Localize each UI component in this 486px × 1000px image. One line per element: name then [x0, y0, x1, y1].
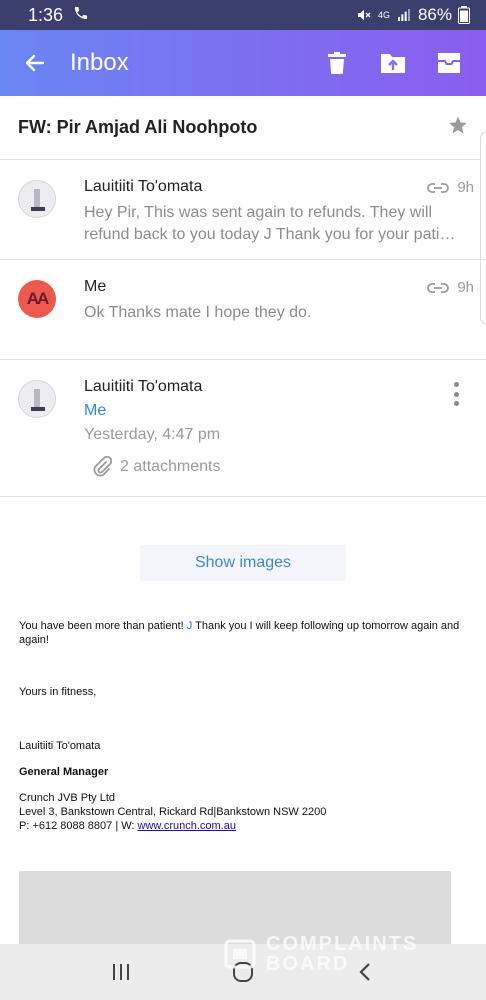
recents-icon	[113, 964, 129, 980]
preview-line: Hey Pir, This was sent again to refunds.…	[84, 204, 433, 221]
kebab-dot	[453, 391, 459, 397]
battery-percent: 86%	[417, 5, 452, 24]
network-type-icon: 4G	[377, 10, 390, 20]
message-preview: Hey Pir, This was sent again to refunds.…	[84, 202, 474, 246]
move-button[interactable]	[376, 46, 410, 80]
avatar	[18, 180, 56, 218]
phone-icon	[73, 5, 89, 26]
thread-subject: FW: Pir Amjad Ali Noohpoto	[18, 117, 258, 137]
archive-button[interactable]	[432, 46, 466, 80]
message-meta: 9h	[427, 279, 474, 296]
watermark-text: COMPLAINTS BOARD	[266, 934, 418, 974]
watermark-logo-icon	[224, 939, 256, 969]
back-arrow-icon	[25, 54, 45, 72]
watermark: COMPLAINTS BOARD	[224, 934, 418, 974]
message-sender: Lauitiiti To'omata	[84, 378, 203, 395]
attachment-link-icon	[427, 282, 450, 293]
company-address: Level 3, Bankstown Central, Rickard Rd|B…	[19, 806, 327, 818]
message-item[interactable]: Lauitiiti To'omata 9h Hey Pir, This was …	[0, 160, 486, 260]
avatar: AA	[18, 280, 56, 318]
status-time: 1:36	[28, 4, 64, 25]
company-contact: P: +612 8088 8807 | W: www.crunch.com.au	[19, 819, 469, 833]
mute-icon	[356, 7, 372, 23]
attachment-link-icon	[427, 182, 450, 193]
show-images-button[interactable]: Show images	[140, 545, 346, 581]
delete-button[interactable]	[320, 46, 354, 80]
move-folder-icon	[381, 54, 405, 73]
message-sender: Me	[84, 278, 107, 295]
company-name: Crunch JVB Pty Ltd	[19, 792, 115, 804]
attachments-link[interactable]: 2 attachments	[92, 456, 221, 478]
body-paragraph: You have been more than patient! J Thank…	[19, 619, 469, 647]
preview-line: refund back to you today J Thank you for…	[84, 226, 456, 243]
status-right: 4G 86%	[356, 5, 470, 25]
preview-line: Ok Thanks mate I hope they do.	[84, 304, 312, 321]
battery-icon	[458, 6, 470, 24]
body-paragraph: Yours in fitness,	[19, 686, 97, 698]
subject-row: FW: Pir Amjad Ali Noohpoto	[0, 96, 486, 160]
signature-title: General Manager	[19, 766, 109, 778]
recipient-link[interactable]: Me	[84, 402, 106, 420]
message-item-expanded[interactable]: Lauitiiti To'omata Me Yesterday, 4:47 pm…	[0, 360, 486, 497]
company-phone: P: +612 8088 8807 | W:	[19, 820, 138, 832]
message-sender: Lauitiiti To'omata	[84, 178, 203, 195]
attachments-count: 2 attachments	[120, 458, 221, 475]
avatar-initials: AA	[26, 289, 50, 308]
paperclip-icon	[93, 456, 112, 477]
message-preview: Ok Thanks mate I hope they do.	[84, 302, 474, 324]
body-text: You have been more than patient!	[19, 620, 187, 632]
page-title: Inbox	[70, 49, 129, 76]
delete-icon	[328, 52, 346, 74]
more-options-button[interactable]	[446, 380, 466, 408]
star-icon	[449, 116, 467, 134]
company-website-link[interactable]: www.crunch.com.au	[138, 820, 236, 832]
star-button[interactable]	[448, 115, 468, 140]
signature-company: Crunch JVB Pty Ltd Level 3, Bankstown Ce…	[19, 791, 469, 833]
app-actions	[320, 46, 486, 80]
back-button[interactable]	[0, 30, 70, 96]
signal-icon	[396, 7, 412, 23]
signature-name: Lauitiiti To'omata	[19, 740, 101, 752]
archive-icon	[438, 53, 460, 73]
watermark-line: COMPLAINTS	[266, 933, 419, 955]
message-meta: 9h	[427, 179, 474, 196]
kebab-dot	[453, 401, 459, 406]
status-bar: 1:36 4G 86%	[0, 0, 486, 30]
message-date: Yesterday, 4:47 pm	[84, 426, 221, 443]
watermark-line: BOARD	[266, 953, 350, 975]
status-left: 1:36	[16, 5, 89, 26]
app-bar: Inbox	[0, 30, 486, 96]
message-time: 9h	[457, 279, 474, 296]
kebab-dot	[453, 382, 459, 387]
recents-button[interactable]	[101, 952, 141, 992]
message-item[interactable]: AA Me 9h Ok Thanks mate I hope they do.	[0, 260, 486, 360]
avatar	[18, 380, 56, 418]
message-time: 9h	[457, 179, 474, 196]
